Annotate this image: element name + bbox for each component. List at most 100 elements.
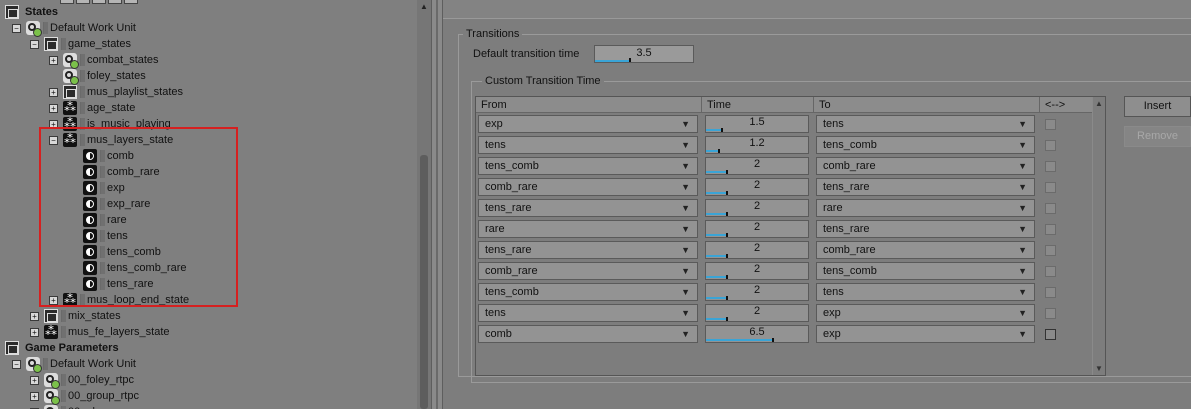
from-state-select[interactable]: comb_rare ▼: [478, 262, 698, 280]
time-slider-thumb[interactable]: [718, 149, 720, 153]
from-state-select[interactable]: comb_rare ▼: [478, 178, 698, 196]
scroll-down-icon[interactable]: ▼: [1094, 364, 1104, 373]
expand-icon[interactable]: +: [30, 392, 39, 401]
default-transition-time-input[interactable]: 3.5: [594, 45, 694, 63]
tree-item[interactable]: foley_states: [0, 68, 417, 85]
to-state-select[interactable]: comb_rare ▼: [816, 241, 1035, 259]
transition-time-input[interactable]: 2: [705, 241, 809, 259]
tree-scrollbar[interactable]: ▲: [417, 0, 431, 409]
tree-item[interactable]: Game Parameters: [0, 340, 417, 356]
transition-time-input[interactable]: 2: [705, 304, 809, 322]
from-state-select[interactable]: rare ▼: [478, 220, 698, 238]
collapse-icon[interactable]: −: [12, 24, 21, 33]
scroll-up-icon[interactable]: ▲: [419, 2, 429, 12]
default-transition-slider-thumb[interactable]: [629, 58, 631, 62]
time-slider-thumb[interactable]: [726, 212, 728, 216]
to-state-select[interactable]: rare ▼: [816, 199, 1035, 217]
bidirectional-checkbox[interactable]: [1045, 245, 1056, 256]
transition-time-input[interactable]: 2: [705, 220, 809, 238]
from-state-select[interactable]: tens ▼: [478, 304, 698, 322]
tree-item[interactable]: + combat_states: [0, 52, 417, 69]
from-state-select[interactable]: tens_comb ▼: [478, 283, 698, 301]
time-slider-thumb[interactable]: [726, 296, 728, 300]
expand-icon[interactable]: +: [49, 88, 58, 97]
bidirectional-checkbox[interactable]: [1045, 266, 1056, 277]
transition-time-input[interactable]: 2: [705, 283, 809, 301]
transition-time-input[interactable]: 6.5: [705, 325, 809, 343]
to-state-select[interactable]: exp ▼: [816, 304, 1035, 322]
expand-icon[interactable]: +: [49, 56, 58, 65]
time-slider-thumb[interactable]: [726, 254, 728, 258]
bidirectional-checkbox[interactable]: [1045, 287, 1056, 298]
transition-time-input[interactable]: 2: [705, 199, 809, 217]
tree-item[interactable]: + mus_playlist_states: [0, 84, 417, 100]
collapse-icon[interactable]: −: [12, 360, 21, 369]
expand-icon[interactable]: +: [30, 312, 39, 321]
bidirectional-checkbox[interactable]: [1045, 119, 1056, 130]
expand-icon[interactable]: +: [49, 104, 58, 113]
tree-item[interactable]: + age_state: [0, 100, 417, 116]
tree-item[interactable]: − Default Work Unit: [0, 20, 417, 37]
to-state-select[interactable]: tens_rare ▼: [816, 220, 1035, 238]
from-state-select[interactable]: tens_rare ▼: [478, 241, 698, 259]
bidirectional-checkbox[interactable]: [1045, 224, 1056, 235]
tree-item[interactable]: + mix_states: [0, 308, 417, 324]
expand-icon[interactable]: +: [30, 328, 39, 337]
from-state-select[interactable]: tens ▼: [478, 136, 698, 154]
column-header-to[interactable]: To: [814, 97, 1040, 113]
time-slider-thumb[interactable]: [726, 233, 728, 237]
scrollbar-thumb[interactable]: [420, 155, 428, 409]
collapse-icon[interactable]: −: [30, 40, 39, 49]
bidirectional-checkbox[interactable]: [1045, 203, 1056, 214]
dropdown-arrow-icon: ▼: [1018, 140, 1027, 150]
tree-item[interactable]: − game_states: [0, 36, 417, 52]
bidirectional-checkbox[interactable]: [1045, 140, 1056, 151]
insert-button[interactable]: Insert: [1124, 96, 1191, 117]
to-state-select[interactable]: comb_rare ▼: [816, 157, 1035, 175]
expand-icon[interactable]: +: [30, 376, 39, 385]
table-scrollbar[interactable]: ▲ ▼: [1092, 97, 1105, 375]
time-slider-thumb[interactable]: [726, 191, 728, 195]
from-state-select[interactable]: exp ▼: [478, 115, 698, 133]
bidirectional-checkbox[interactable]: [1045, 182, 1056, 193]
remove-button[interactable]: Remove: [1124, 126, 1191, 147]
dropdown-arrow-icon: ▼: [1018, 266, 1027, 276]
tree-item[interactable]: States: [0, 4, 417, 20]
tree-item[interactable]: − Default Work Unit: [0, 356, 417, 373]
transition-time-input[interactable]: 2: [705, 157, 809, 175]
time-slider-thumb[interactable]: [726, 275, 728, 279]
tree-item[interactable]: + mus_fe_layers_state: [0, 324, 417, 340]
time-slider-thumb[interactable]: [726, 170, 728, 174]
dropdown-arrow-icon: ▼: [681, 224, 690, 234]
tree-item[interactable]: +00_pl_...: [0, 404, 417, 409]
time-slider-thumb[interactable]: [772, 338, 774, 342]
to-state-value: tens: [823, 286, 844, 298]
bidirectional-checkbox[interactable]: [1045, 308, 1056, 319]
from-state-value: tens_rare: [485, 244, 532, 256]
bidirectional-checkbox[interactable]: [1045, 329, 1056, 340]
to-state-select[interactable]: tens_rare ▼: [816, 178, 1035, 196]
to-state-select[interactable]: tens ▼: [816, 283, 1035, 301]
panel-splitter[interactable]: [431, 0, 443, 409]
column-header-time[interactable]: Time: [702, 97, 814, 113]
rtpc-icon: [44, 373, 60, 389]
transition-time-input[interactable]: 2: [705, 178, 809, 196]
from-state-select[interactable]: comb ▼: [478, 325, 698, 343]
time-slider-thumb[interactable]: [721, 128, 723, 132]
to-state-select[interactable]: tens ▼: [816, 115, 1035, 133]
from-state-select[interactable]: tens_comb ▼: [478, 157, 698, 175]
from-state-select[interactable]: tens_rare ▼: [478, 199, 698, 217]
transition-time-input[interactable]: 2: [705, 262, 809, 280]
to-state-select[interactable]: exp ▼: [816, 325, 1035, 343]
to-state-select[interactable]: tens_comb ▼: [816, 262, 1035, 280]
scroll-up-icon[interactable]: ▲: [1094, 99, 1104, 108]
time-slider-thumb[interactable]: [726, 317, 728, 321]
tree-item[interactable]: +00_group_rtpc: [0, 388, 417, 405]
column-header-from[interactable]: From: [476, 97, 702, 113]
to-state-select[interactable]: tens_comb ▼: [816, 136, 1035, 154]
transition-time-input[interactable]: 1.5: [705, 115, 809, 133]
column-header-bidirectional[interactable]: <-->: [1040, 97, 1094, 113]
transition-time-input[interactable]: 1.2: [705, 136, 809, 154]
bidirectional-checkbox[interactable]: [1045, 161, 1056, 172]
tree-item[interactable]: +00_foley_rtpc: [0, 372, 417, 389]
